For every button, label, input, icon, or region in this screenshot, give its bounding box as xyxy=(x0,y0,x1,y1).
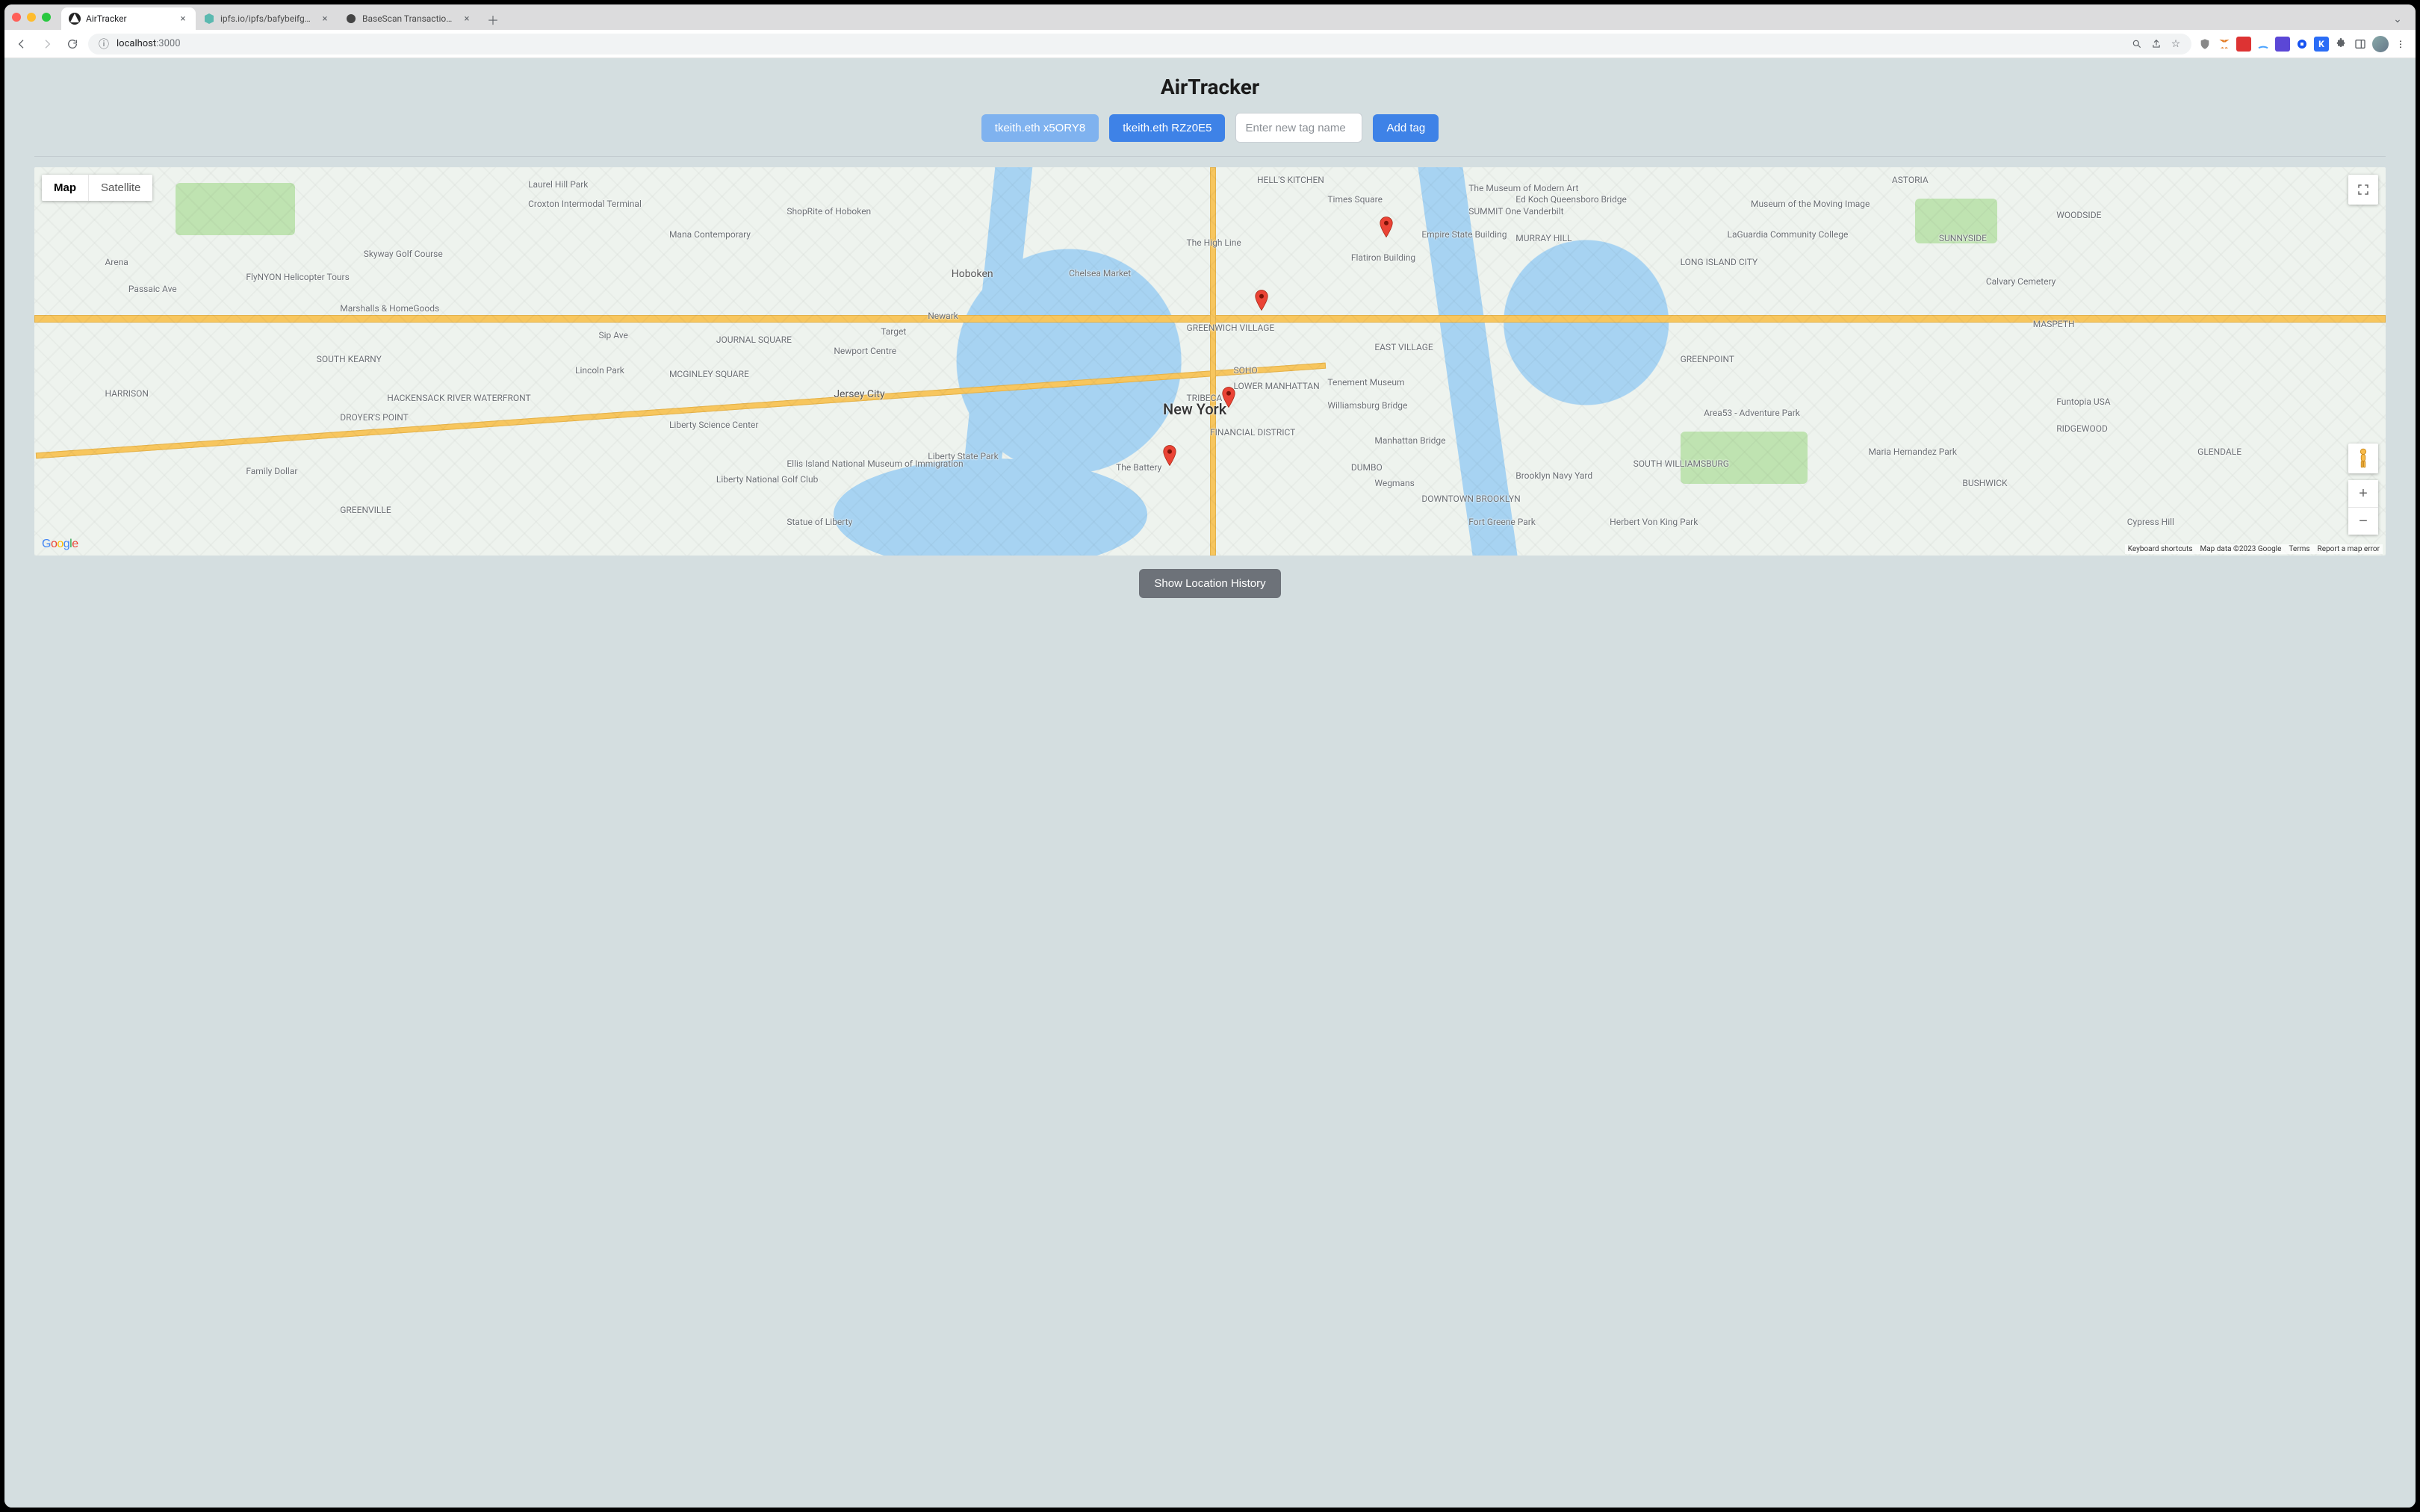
bookmark-icon[interactable]: ☆ xyxy=(2169,37,2182,51)
map-type-map[interactable]: Map xyxy=(42,175,88,201)
map-attribution: Map data ©2023 Google xyxy=(2200,545,2282,553)
tab-title: BaseScan Transaction Hash (Tx xyxy=(362,13,456,24)
map-type-control: Map Satellite xyxy=(42,175,152,201)
zoom-in-button[interactable]: + xyxy=(2348,480,2378,507)
map-footer: Keyboard shortcuts Map data ©2023 Google… xyxy=(2125,544,2383,554)
red-extension-icon[interactable] xyxy=(2236,37,2251,52)
browser-toolbar: ⓘ localhost:3000 ☆ K ⋮ xyxy=(4,30,2416,58)
share-icon[interactable] xyxy=(2150,37,2163,51)
rainbow-extension-icon[interactable] xyxy=(2256,37,2271,52)
new-tab-button[interactable]: ＋ xyxy=(483,9,503,30)
app-title: AirTracker xyxy=(4,58,2416,113)
map-marker[interactable] xyxy=(1222,387,1235,408)
tag-button-0[interactable]: tkeith.eth x5ORY8 xyxy=(981,114,1099,142)
pegman-button[interactable] xyxy=(2348,444,2378,473)
pegman-icon xyxy=(2355,447,2371,470)
reload-button[interactable] xyxy=(63,34,82,54)
map[interactable]: New York Jersey City Hoboken DOWNTOWN BR… xyxy=(34,167,2386,556)
site-info-icon[interactable]: ⓘ xyxy=(97,37,111,51)
zoom-icon[interactable] xyxy=(2130,37,2144,51)
url-host: localhost xyxy=(117,38,156,49)
map-marker[interactable] xyxy=(1163,445,1176,466)
k-extension-icon[interactable]: K xyxy=(2314,37,2329,52)
window-controls xyxy=(12,4,61,30)
basescan-favicon-icon xyxy=(345,13,357,25)
tab-title: AirTracker xyxy=(86,13,173,24)
kebab-menu-icon[interactable]: ⋮ xyxy=(2393,37,2408,52)
forward-button[interactable] xyxy=(37,34,57,54)
ipfs-favicon-icon xyxy=(203,13,215,25)
page-viewport[interactable]: AirTracker tkeith.eth x5ORY8 tkeith.eth … xyxy=(4,58,2416,1508)
zoom-control: + − xyxy=(2348,480,2378,535)
back-button[interactable] xyxy=(12,34,31,54)
shield-extension-icon[interactable] xyxy=(2197,37,2212,52)
url-text: localhost:3000 xyxy=(117,38,181,49)
map-grid xyxy=(34,167,2386,556)
tab-strip: AirTracker × ipfs.io/ipfs/bafybeifgxefi7… xyxy=(4,4,2416,30)
address-bar[interactable]: ⓘ localhost:3000 ☆ xyxy=(88,34,2191,55)
report-error-link[interactable]: Report a map error xyxy=(2318,545,2380,553)
coinbase-extension-icon[interactable] xyxy=(2295,37,2309,52)
map-type-satellite[interactable]: Satellite xyxy=(89,175,152,201)
purple-extension-icon[interactable] xyxy=(2275,37,2290,52)
separator xyxy=(34,156,2386,157)
profile-avatar-icon[interactable] xyxy=(2372,36,2389,52)
history-row: Show Location History xyxy=(4,556,2416,598)
zoom-out-button[interactable]: − xyxy=(2348,508,2378,535)
metamask-extension-icon[interactable] xyxy=(2217,37,2232,52)
tab-airtracker[interactable]: AirTracker × xyxy=(61,7,196,30)
close-tab-icon[interactable]: × xyxy=(178,13,188,24)
tab-basescan[interactable]: BaseScan Transaction Hash (Tx × xyxy=(338,7,480,30)
tag-controls: tkeith.eth x5ORY8 tkeith.eth RZz0E5 Add … xyxy=(4,113,2416,156)
tab-title: ipfs.io/ipfs/bafybeifgxefi7fqwtk xyxy=(220,13,314,24)
tab-ipfs[interactable]: ipfs.io/ipfs/bafybeifgxefi7fqwtk × xyxy=(196,7,338,30)
map-marker[interactable] xyxy=(1255,290,1268,311)
keyboard-shortcuts-link[interactable]: Keyboard shortcuts xyxy=(2128,545,2193,553)
browser-window: AirTracker × ipfs.io/ipfs/bafybeifgxefi7… xyxy=(4,4,2416,1508)
show-history-button[interactable]: Show Location History xyxy=(1139,569,1280,598)
map-marker[interactable] xyxy=(1380,217,1393,237)
google-logo-icon: Google xyxy=(42,538,78,551)
fullscreen-button[interactable] xyxy=(2348,175,2378,205)
tag-button-1[interactable]: tkeith.eth RZz0E5 xyxy=(1109,114,1225,142)
close-window-icon[interactable] xyxy=(12,13,21,22)
add-tag-button[interactable]: Add tag xyxy=(1373,114,1439,142)
fullscreen-icon xyxy=(2357,183,2370,196)
tabs-dropdown-icon[interactable]: ⌄ xyxy=(2387,9,2408,30)
side-panel-icon[interactable] xyxy=(2353,37,2368,52)
airtracker-favicon-icon xyxy=(69,13,81,25)
url-rest: :3000 xyxy=(156,38,180,49)
maximize-window-icon[interactable] xyxy=(42,13,51,22)
extension-icons: K ⋮ xyxy=(2197,36,2408,52)
tag-name-input[interactable] xyxy=(1235,113,1362,143)
minimize-window-icon[interactable] xyxy=(27,13,36,22)
extensions-puzzle-icon[interactable] xyxy=(2333,37,2348,52)
close-tab-icon[interactable]: × xyxy=(320,13,330,24)
close-tab-icon[interactable]: × xyxy=(462,13,472,24)
terms-link[interactable]: Terms xyxy=(2289,545,2309,553)
page-root: AirTracker tkeith.eth x5ORY8 tkeith.eth … xyxy=(4,58,2416,1508)
